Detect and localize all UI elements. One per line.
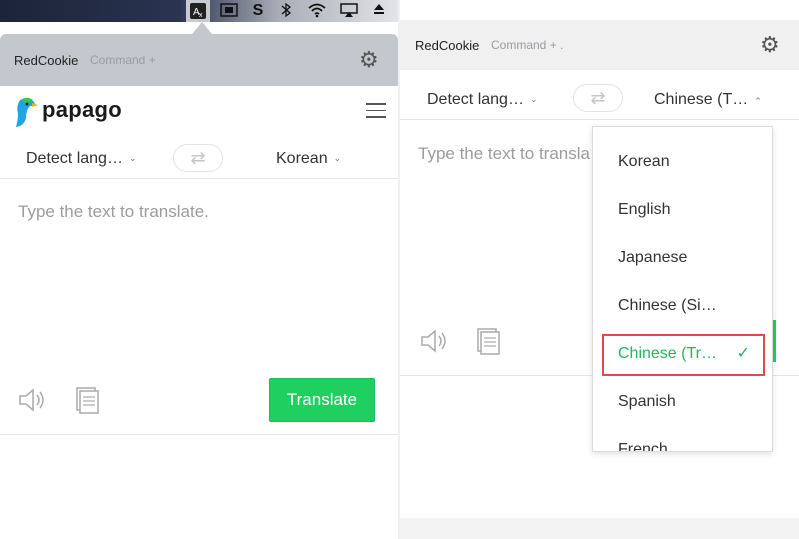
bluetooth-icon[interactable] [278,2,294,20]
left-panel: Ax S RedCookie Command + ⚙ papago Detect… [0,0,398,539]
menu-icon[interactable] [366,103,386,118]
target-language-select[interactable]: Chinese (T… ⌃ [654,91,762,109]
gear-icon[interactable]: ⚙ [359,49,379,71]
copy-icon[interactable] [476,327,502,355]
speaker-icon[interactable] [420,328,450,354]
menu-bar: Ax S [0,0,398,22]
wifi-icon[interactable] [306,2,328,20]
header-bar: RedCookie Command + ⚙ [0,34,398,86]
speaker-icon[interactable] [18,387,48,413]
dropdown-option-japanese[interactable]: Japanese [593,234,772,282]
gear-icon[interactable]: ⚙ [760,34,780,56]
source-language-select[interactable]: Detect lang… ⌄ [26,150,136,168]
svg-text:x: x [199,12,203,19]
target-language-select[interactable]: Korean ⌄ [276,150,341,168]
target-language-label: Korean [276,150,328,167]
right-panel: RedCookie Command + . ⚙ Detect lang… ⌄ ⇄ … [400,0,799,539]
language-row: Detect lang… ⌄ ⇄ Chinese (T… ⌃ [400,80,799,124]
s-app-icon[interactable]: S [249,2,267,20]
logo-row: papago [0,86,398,136]
copy-icon[interactable] [75,386,101,414]
divider [400,119,799,120]
divider [0,178,398,179]
source-language-select[interactable]: Detect lang… ⌄ [427,91,537,109]
chevron-down-icon: ⌄ [333,153,342,163]
source-text-input[interactable]: Type the text to translate. [18,202,209,222]
source-text-input[interactable]: Type the text to transla [418,144,590,164]
target-language-label: Chinese (T… [654,91,749,108]
shortcut-label: Command + [90,53,156,67]
screenshot-root: Ax S RedCookie Command + ⚙ papago Detect… [0,0,799,539]
target-language-dropdown: Korean English Japanese Chinese (Si… Chi… [592,126,773,452]
translate-button[interactable]: Translate [269,378,375,422]
dropdown-option-english[interactable]: English [593,186,772,234]
chevron-down-icon: ⌄ [529,94,538,104]
bottom-area [400,518,799,539]
dropdown-option-korean[interactable]: Korean [593,138,772,186]
papago-logo-icon [16,97,38,127]
swap-languages-button[interactable]: ⇄ [173,144,223,172]
dropdown-option-spanish[interactable]: Spanish [593,378,772,426]
source-language-label: Detect lang… [26,150,123,167]
screenshot-icon[interactable] [219,2,239,20]
divider [0,434,398,435]
chevron-up-icon: ⌃ [754,96,762,106]
brand-label: RedCookie [415,38,480,53]
dropdown-option-chinese-simplified[interactable]: Chinese (Si… [593,282,772,330]
header-bar: RedCookie Command + . ⚙ [400,20,799,70]
dropdown-option-french[interactable]: French [593,426,772,451]
translate-icon[interactable]: Ax [188,2,208,20]
chevron-down-icon: ⌄ [128,153,137,163]
airplay-icon[interactable] [338,2,360,20]
swap-languages-button[interactable]: ⇄ [573,84,623,112]
language-row: Detect lang… ⌄ ⇄ Korean ⌄ [0,138,398,182]
eject-icon[interactable] [370,2,388,20]
selection-highlight-box [602,334,765,376]
shortcut-label: Command + . [491,38,564,52]
source-language-label: Detect lang… [427,91,524,108]
popover-arrow [192,22,212,34]
brand-label: RedCookie [14,53,79,68]
logo-text: papago [42,97,123,122]
